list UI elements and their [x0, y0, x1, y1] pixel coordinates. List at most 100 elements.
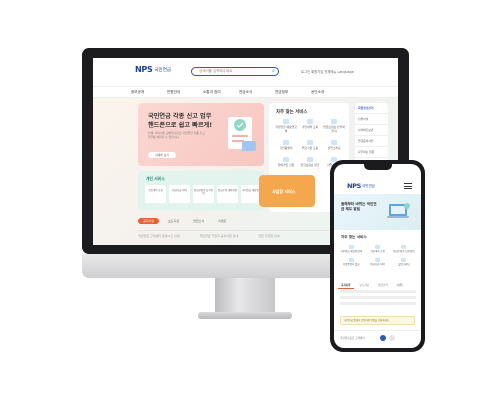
desktop-header: NPS 국민연금 검색어를 입력해주세요 ⌕ 로그인 회원가입 전체메뉴 Lan…: [93, 58, 398, 84]
nav-item[interactable]: 정보공개: [131, 87, 167, 97]
freq-item[interactable]: 국민연금 예상연금액: [274, 119, 298, 133]
service-icon: [307, 157, 313, 162]
promo-desc: 언제, 어디서든 모바일기기로 국민연금 각종 신고 업무를 처리할 수 있습니…: [148, 131, 205, 139]
service-icon: [348, 245, 354, 249]
tab-event[interactable]: 이벤트: [394, 282, 407, 289]
freq-item[interactable]: 연금지급 내역: [364, 258, 390, 266]
freq-item-label: 연금수령 조회: [301, 146, 319, 150]
search-icon[interactable]: ⌕: [272, 69, 275, 74]
nav-item[interactable]: 연금소식: [239, 87, 275, 97]
mobile-promo-strip[interactable]: 국민연금 앱에서 간편하게 민원을 신청하세요: [340, 316, 415, 325]
personal-item[interactable]: 가입내역 조회: [145, 185, 166, 203]
freq-item[interactable]: 가입증명서: [274, 140, 298, 150]
service-icon: [331, 140, 337, 145]
mobile-header: NPS 국민연금: [334, 172, 421, 192]
service-icon: [307, 140, 313, 145]
freq-item-label: 국민연금 예상연금액: [340, 250, 362, 253]
freq-item[interactable]: 연금보험료 납부확인서: [322, 119, 346, 133]
notice-item[interactable]: 국민연금 고객센터 운영시간 안내: [138, 234, 180, 238]
desktop-search-input[interactable]: 검색어를 입력해주세요 ⌕: [191, 67, 279, 76]
document-icon: [228, 117, 256, 151]
personal-item[interactable]: 연금수령 계좌변경: [217, 185, 238, 203]
tab-event[interactable]: 이벤트: [213, 218, 231, 224]
laptop-illustration-icon: [387, 203, 410, 218]
freq-item[interactable]: 가입내역 조회: [298, 119, 322, 133]
desktop-promo-banner[interactable]: 국민연금 각종 신고 업무 핸드폰으로 쉽고 빠르게! 언제, 어디서든 모바일…: [138, 103, 264, 166]
tab-news[interactable]: 연금소식: [188, 218, 209, 224]
desktop-board-tabs: 공지사항 보도자료 연금소식 이벤트: [138, 218, 231, 224]
freq-item-label: 연금보험료 납부확인: [393, 250, 415, 253]
freq-item[interactable]: 가입증명서 발급: [338, 258, 364, 266]
freq-item-label: 가입증명서 발급: [342, 263, 360, 267]
service-icon: [374, 245, 380, 249]
banner-title: 올해부터 바뀌는 국민연금 제도 알림: [341, 202, 377, 211]
logo-mark: NPS: [347, 182, 361, 190]
notice-item[interactable]: 연금 지급일 안내: [258, 234, 279, 238]
side-item[interactable]: 회원정보관리: [355, 103, 388, 114]
side-item[interactable]: 민원서식: [355, 114, 388, 125]
nav-item[interactable]: 연금정보: [275, 87, 311, 97]
nav-item[interactable]: 소통과 참여: [203, 87, 239, 97]
monitor-stand-neck: [215, 278, 275, 314]
service-icon: [348, 258, 354, 263]
freq-item-label: 임의가입 신청: [277, 163, 295, 167]
freq-item[interactable]: 연금보험료 환급: [298, 157, 322, 167]
mobile-banner[interactable]: 올해부터 바뀌는 국민연금 제도 알림: [334, 194, 421, 230]
mobile-logo[interactable]: NPS 국민연금: [347, 182, 375, 190]
chat-icon[interactable]: [388, 334, 395, 341]
freq-item[interactable]: 실업크레딧: [322, 140, 346, 150]
desktop-logo[interactable]: NPS 국민연금: [135, 65, 171, 74]
mobile-bottom-bar: 국민연금공단 고객센터: [334, 330, 421, 344]
freq-item[interactable]: 임의가입 신청: [274, 157, 298, 167]
desktop-business-services-button[interactable]: 사업장 서비스: [259, 175, 315, 207]
logo-name: 국민연금: [154, 67, 171, 73]
freq-item[interactable]: 연금보험료 납부확인: [391, 245, 417, 253]
freq-item[interactable]: 연금수령 조회: [298, 140, 322, 150]
list-item[interactable]: [340, 302, 416, 305]
personal-item[interactable]: 연금보험료 납부확인: [193, 185, 214, 203]
freq-title: 자주 찾는 서비스: [276, 110, 308, 115]
service-icon: [283, 140, 289, 145]
logo-name: 국민연금: [362, 183, 375, 188]
call-icon[interactable]: [379, 334, 386, 341]
mobile-phone: NPS 국민연금 올해부터 바뀌는 국민연금 제도 알림 자주 찾는 서비스 국…: [330, 160, 425, 352]
service-icon: [401, 245, 407, 249]
list-item[interactable]: [340, 290, 416, 293]
tab-news[interactable]: 연금소식: [375, 282, 391, 289]
tab-notice[interactable]: 공지사항: [138, 218, 160, 224]
freq-item-label: 연금지급 내역: [370, 263, 385, 267]
side-item[interactable]: 자주하는 질문: [355, 147, 388, 158]
service-icon: [401, 258, 407, 263]
desktop-util-links[interactable]: 로그인 회원가입 전체메뉴 Language: [301, 69, 354, 74]
service-icon: [374, 258, 380, 263]
promo-title: 국민연금 각종 신고 업무 핸드폰으로 쉽고 빠르게!: [148, 113, 213, 129]
freq-item-label: 실업크레딧: [398, 263, 410, 267]
side-item[interactable]: 사이버홍보관: [355, 125, 388, 136]
freq-item-label: 연금보험료 환급: [300, 163, 320, 167]
freq-item[interactable]: 실업크레딧: [391, 258, 417, 266]
nav-item[interactable]: 공단소개: [311, 87, 347, 97]
mobile-frequent-services: 자주 찾는 서비스 국민연금 예상연금액 가입내역 조회 연금보험료 납부확인 …: [338, 235, 417, 266]
desktop-main-nav: 정보공개 민원안내 소통과 참여 연금소식 연금정보 공단소개: [93, 86, 398, 98]
freq-item-label: 가입증명서: [279, 146, 293, 150]
freq-item-label: 국민연금 예상연금액: [275, 125, 297, 133]
nav-item[interactable]: 민원안내: [167, 87, 203, 97]
freq-item-label: 실업크레딧: [327, 146, 341, 150]
phone-notch: [364, 164, 392, 170]
freq-item[interactable]: 국민연금 예상연금액: [338, 245, 364, 253]
tab-press[interactable]: 보도자료: [357, 282, 373, 289]
monitor-stand-base: [198, 312, 292, 319]
service-icon: [331, 119, 337, 124]
tab-press[interactable]: 보도자료: [163, 218, 184, 224]
tab-notice[interactable]: 공지사항: [338, 282, 354, 289]
personal-item[interactable]: 연금지급 내역: [169, 185, 190, 203]
notice-item[interactable]: 국민연금 가입자 공지사항 안내: [200, 234, 239, 238]
freq-item[interactable]: 가입내역 조회: [364, 245, 390, 253]
bottom-label[interactable]: 국민연금공단 고객센터: [340, 336, 365, 340]
mobile-board-tabs: 공지사항 보도자료 연금소식 이벤트: [338, 282, 417, 289]
freq-title: 자주 찾는 서비스: [341, 235, 367, 239]
side-item[interactable]: 연금용어사전: [355, 136, 388, 147]
promo-more-button[interactable]: 자세히 보기: [148, 152, 176, 158]
list-item[interactable]: [340, 296, 416, 299]
menu-icon[interactable]: [404, 183, 412, 190]
